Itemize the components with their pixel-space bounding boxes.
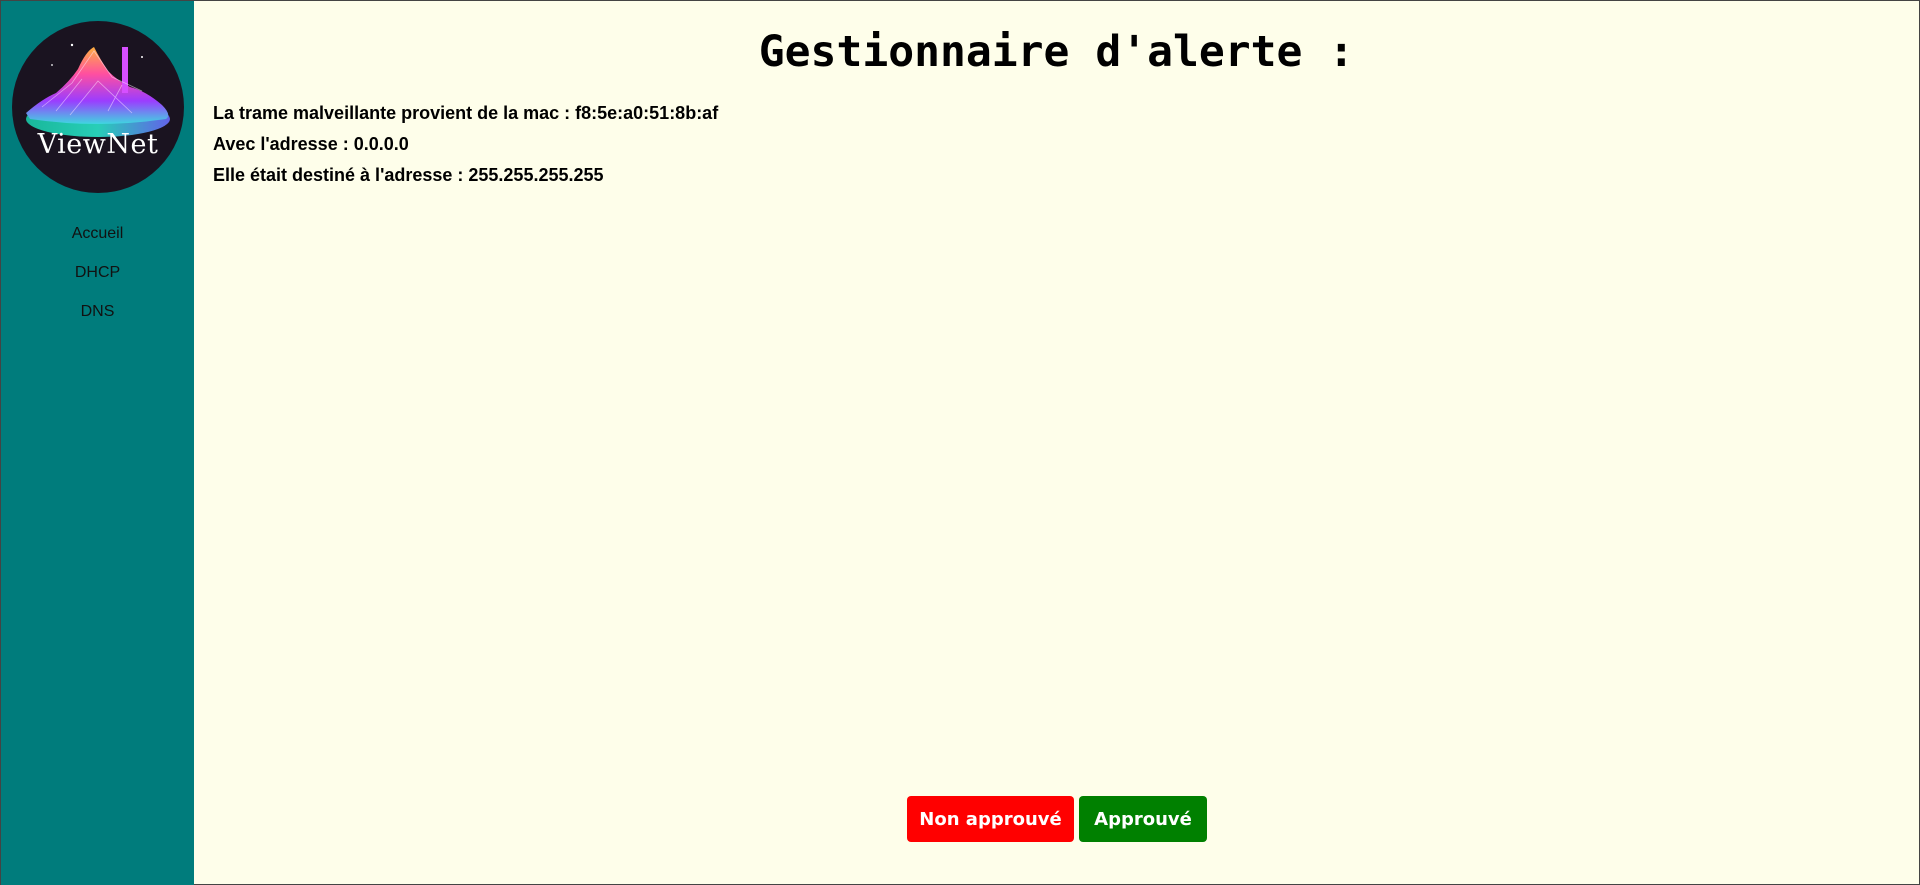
source-address-line: Avec l'adresse : 0.0.0.0 bbox=[213, 134, 409, 154]
sidebar-nav: Accueil DHCP DNS bbox=[1, 221, 194, 338]
approve-button[interactable]: Approuvé bbox=[1079, 796, 1207, 842]
logo-mountain-graphic bbox=[26, 43, 170, 137]
sidebar-item-dns[interactable]: DNS bbox=[1, 299, 194, 338]
sidebar-item-dhcp[interactable]: DHCP bbox=[1, 260, 194, 299]
sidebar: ViewNet Accueil DHCP DNS bbox=[1, 1, 194, 885]
reject-button[interactable]: Non approuvé bbox=[907, 796, 1074, 842]
logo-text: ViewNet bbox=[37, 129, 159, 160]
destination-address-line: Elle était destiné à l'adresse : 255.255… bbox=[213, 165, 604, 185]
viewnet-logo[interactable]: ViewNet bbox=[12, 21, 184, 193]
source-mac-line: La trame malveillante provient de la mac… bbox=[213, 103, 719, 123]
main-content: Gestionnaire d'alerte : La trame malveil… bbox=[195, 0, 1918, 885]
sidebar-item-accueil[interactable]: Accueil bbox=[1, 221, 194, 260]
page-title: Gestionnaire d'alerte : bbox=[758, 27, 1355, 77]
